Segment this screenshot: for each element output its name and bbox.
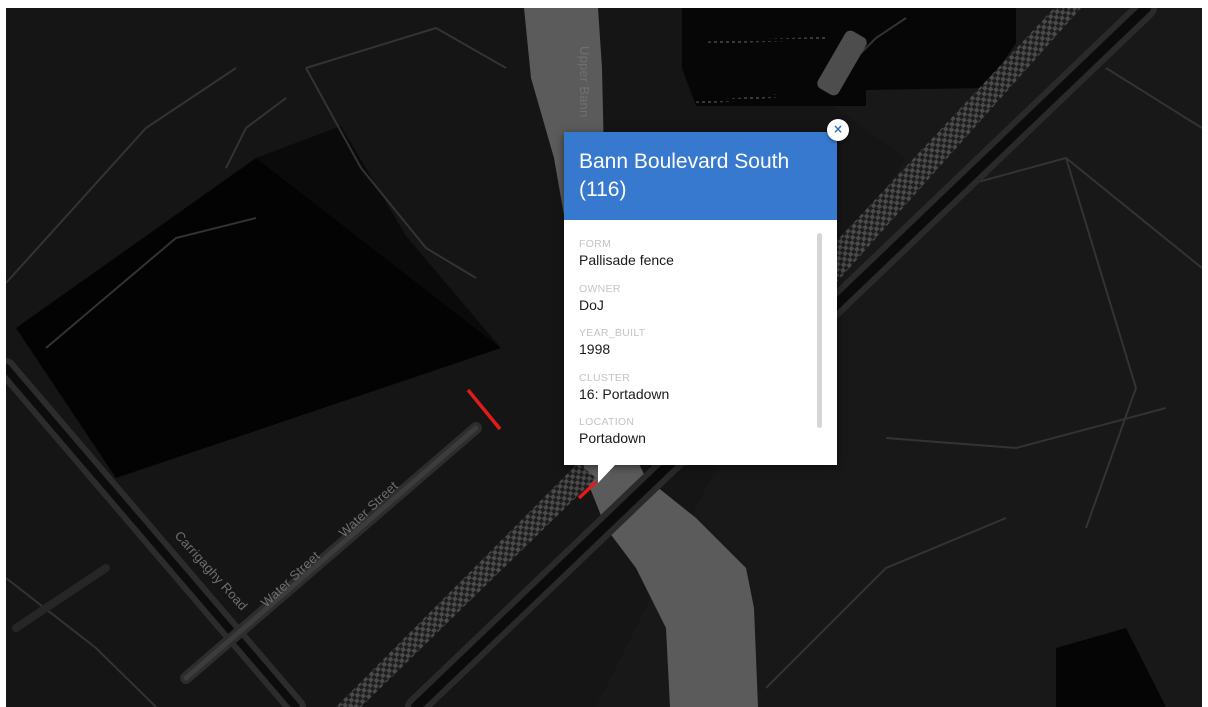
- popup-scrollbar[interactable]: [816, 233, 824, 428]
- popup-body[interactable]: FORM Pallisade fence OWNER DoJ YEAR_BUIL…: [564, 220, 837, 465]
- attribute-row: YEAR_BUILT 1998: [579, 327, 809, 372]
- attribute-value: Pallisade fence: [579, 252, 674, 268]
- attribute-key: CLUSTER: [579, 371, 631, 384]
- attribute-row: CLUSTER 16: Portadown: [579, 372, 809, 417]
- popup-pointer: [598, 464, 616, 483]
- close-icon: ×: [832, 122, 844, 136]
- popup-title: Bann Boulevard South (116): [579, 150, 790, 201]
- attribute-key: FORM: [579, 238, 612, 250]
- attribute-row: LOCATION Portadown: [579, 416, 809, 461]
- attribute-row: FORM Pallisade fence: [579, 238, 809, 283]
- popup-close-button[interactable]: ×: [827, 119, 849, 141]
- popup-header: Bann Boulevard South (116): [564, 132, 837, 220]
- attribute-value: 1998: [579, 341, 611, 357]
- attribute-row: OWNER DoJ: [579, 283, 809, 328]
- road-label-upper-bann: Upper Bann: [577, 46, 592, 117]
- attribute-key: YEAR_BUILT: [579, 327, 646, 339]
- attribute-list: FORM Pallisade fence OWNER DoJ YEAR_BUIL…: [579, 238, 809, 461]
- popup-scrollbar-thumb[interactable]: [817, 233, 822, 428]
- attribute-value: DoJ: [579, 296, 604, 313]
- map-viewport[interactable]: Upper Bann Carrigaghy Road Water Street …: [6, 8, 1202, 707]
- attribute-value: Portadown: [579, 430, 646, 446]
- attribute-key: OWNER: [579, 282, 621, 295]
- attribute-value: 16: Portadown: [579, 385, 670, 402]
- attribute-key: LOCATION: [579, 416, 635, 428]
- feature-popup[interactable]: Bann Boulevard South (116) FORM Pallisad…: [564, 132, 837, 483]
